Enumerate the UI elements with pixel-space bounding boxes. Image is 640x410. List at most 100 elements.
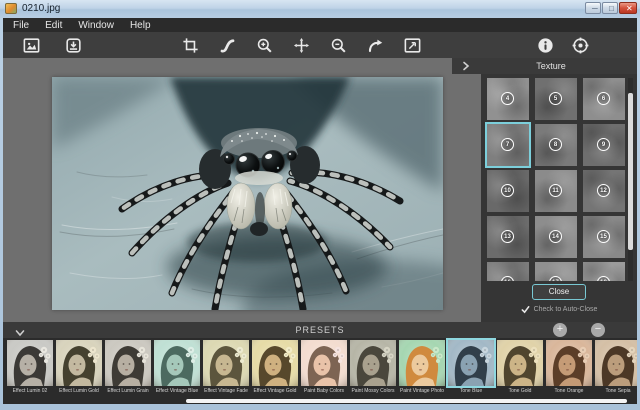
texture-thumb-11[interactable]: 11 [535, 170, 577, 212]
presets-scrollbar-thumb[interactable] [186, 399, 627, 403]
preset-label: Effect Lumin 02 [7, 388, 53, 394]
preset-portrait [350, 340, 396, 386]
menu-item-window[interactable]: Window [78, 20, 114, 31]
texture-number: 14 [549, 230, 562, 243]
image-adjust-icon [403, 36, 422, 55]
toolbar-button-save[interactable] [61, 33, 85, 57]
texture-thumb-10[interactable]: 10 [487, 170, 529, 212]
info-icon [536, 36, 555, 55]
toolbar-button-zoom-out[interactable] [326, 33, 350, 57]
texture-number: 15 [597, 230, 610, 243]
menu-item-file[interactable]: File [13, 20, 29, 31]
panel-collapse-button[interactable] [461, 61, 471, 71]
texture-thumb-16[interactable]: 16 [487, 262, 529, 281]
preset-portrait [252, 340, 298, 386]
preset-portrait [595, 340, 637, 386]
preset-thumb-paint-vintage-photo[interactable]: Paint Vintage Photo [399, 340, 445, 394]
texture-thumb-13[interactable]: 13 [487, 216, 529, 258]
preset-label: Effect Vintage Fade [203, 388, 249, 394]
toolbar-group-center [178, 33, 424, 57]
preset-thumb-effect-vintage-gold[interactable]: Effect Vintage Gold [252, 340, 298, 394]
texture-thumb-12[interactable]: 12 [583, 170, 625, 212]
curves-icon [218, 36, 237, 55]
texture-thumb-14[interactable]: 14 [535, 216, 577, 258]
texture-thumb-17[interactable]: 17 [535, 262, 577, 281]
toolbar-button-move[interactable] [289, 33, 313, 57]
autoclose-label: Check to Auto-Close [534, 306, 598, 313]
crop-icon [181, 36, 200, 55]
toolbar-group-left [19, 33, 85, 57]
preset-thumb-effect-lumin-gold[interactable]: Effect Lumin Gold [56, 340, 102, 394]
texture-number: 8 [549, 138, 562, 151]
close-window-button[interactable]: ✕ [619, 2, 637, 14]
texture-thumb-6[interactable]: 6 [583, 78, 625, 120]
preset-thumb-effect-lumin-grain[interactable]: Effect Lumin Grain [105, 340, 151, 394]
menu-item-edit[interactable]: Edit [45, 20, 62, 31]
menu-item-help[interactable]: Help [130, 20, 151, 31]
texture-thumb-9[interactable]: 9 [583, 124, 625, 166]
texture-panel-title: Texture [471, 61, 637, 71]
remove-preset-button[interactable]: − [591, 323, 605, 337]
preset-portrait [497, 340, 543, 386]
photo-canvas[interactable] [52, 77, 443, 310]
texture-thumb-18[interactable]: 18 [583, 262, 625, 281]
texture-thumb-8[interactable]: 8 [535, 124, 577, 166]
redo-icon [366, 36, 385, 55]
preset-label: Effect Lumin Gold [56, 388, 102, 394]
autoclose-row[interactable]: Check to Auto-Close [481, 305, 637, 314]
open-image-icon [22, 36, 41, 55]
toolbar-button-crop[interactable] [178, 33, 202, 57]
preset-thumb-paint-mossy-colors[interactable]: Paint Mossy Colors [350, 340, 396, 394]
toolbar-button-settings[interactable] [568, 33, 592, 57]
texture-panel: 4 5 6 7 8 9 10 11 12 13 14 15 16 17 18 Close Check to … [481, 74, 637, 322]
texture-scrollbar[interactable] [628, 78, 633, 281]
texture-scrollbar-thumb[interactable] [628, 93, 633, 250]
toolbar-button-open-image[interactable] [19, 33, 43, 57]
preset-thumb-effect-vintage-blue[interactable]: Effect Vintage Blue [154, 340, 200, 394]
toolbar-button-redo[interactable] [363, 33, 387, 57]
preset-label: Tone Gold [497, 388, 543, 394]
toolbar-button-image-adjust[interactable] [400, 33, 424, 57]
window-controls: ─ □ ✕ [585, 2, 637, 14]
move-icon [292, 36, 311, 55]
texture-number: 11 [549, 184, 562, 197]
preset-portrait [203, 340, 249, 386]
texture-number: 13 [501, 230, 514, 243]
toolbar-button-zoom-in[interactable] [252, 33, 276, 57]
preset-label: Paint Vintage Photo [399, 388, 445, 394]
maximize-button[interactable]: □ [602, 2, 618, 14]
texture-thumb-7[interactable]: 7 [487, 124, 529, 166]
texture-number: 10 [501, 184, 514, 197]
preset-thumb-tone-sepia[interactable]: Tone Sepia [595, 340, 637, 394]
save-icon [64, 36, 83, 55]
preset-label: Effect Vintage Blue [154, 388, 200, 394]
preset-label: Effect Vintage Gold [252, 388, 298, 394]
preset-portrait [399, 340, 445, 386]
texture-thumb-4[interactable]: 4 [487, 78, 529, 120]
texture-grid: 4 5 6 7 8 9 10 11 12 13 14 15 16 17 18 [481, 78, 627, 281]
preset-thumb-tone-blue[interactable]: Tone Blue [448, 340, 494, 394]
preset-portrait [105, 340, 151, 386]
preset-label: Tone Blue [448, 388, 494, 394]
preset-thumb-tone-orange[interactable]: Tone Orange [546, 340, 592, 394]
toolbar [3, 32, 637, 58]
toolbar-button-curves[interactable] [215, 33, 239, 57]
preset-portrait [301, 340, 347, 386]
texture-number: 9 [597, 138, 610, 151]
preset-portrait [7, 340, 53, 386]
minimize-button[interactable]: ─ [585, 2, 601, 14]
close-panel-button[interactable]: Close [532, 284, 586, 300]
preset-thumb-tone-gold[interactable]: Tone Gold [497, 340, 543, 394]
preset-thumb-effect-lumin-02[interactable]: Effect Lumin 02 [7, 340, 53, 394]
preset-thumb-paint-baby-colors[interactable]: Paint Baby Colors [301, 340, 347, 394]
texture-number: 18 [597, 276, 610, 281]
texture-thumb-5[interactable]: 5 [535, 78, 577, 120]
toolbar-button-info[interactable] [533, 33, 557, 57]
preset-thumb-effect-vintage-fade[interactable]: Effect Vintage Fade [203, 340, 249, 394]
texture-number: 6 [597, 92, 610, 105]
texture-number: 4 [501, 92, 514, 105]
title-bar[interactable]: 0210.jpg ─ □ ✕ [0, 0, 640, 18]
texture-thumb-15[interactable]: 15 [583, 216, 625, 258]
add-preset-button[interactable]: + [553, 323, 567, 337]
preset-label: Effect Lumin Grain [105, 388, 151, 394]
